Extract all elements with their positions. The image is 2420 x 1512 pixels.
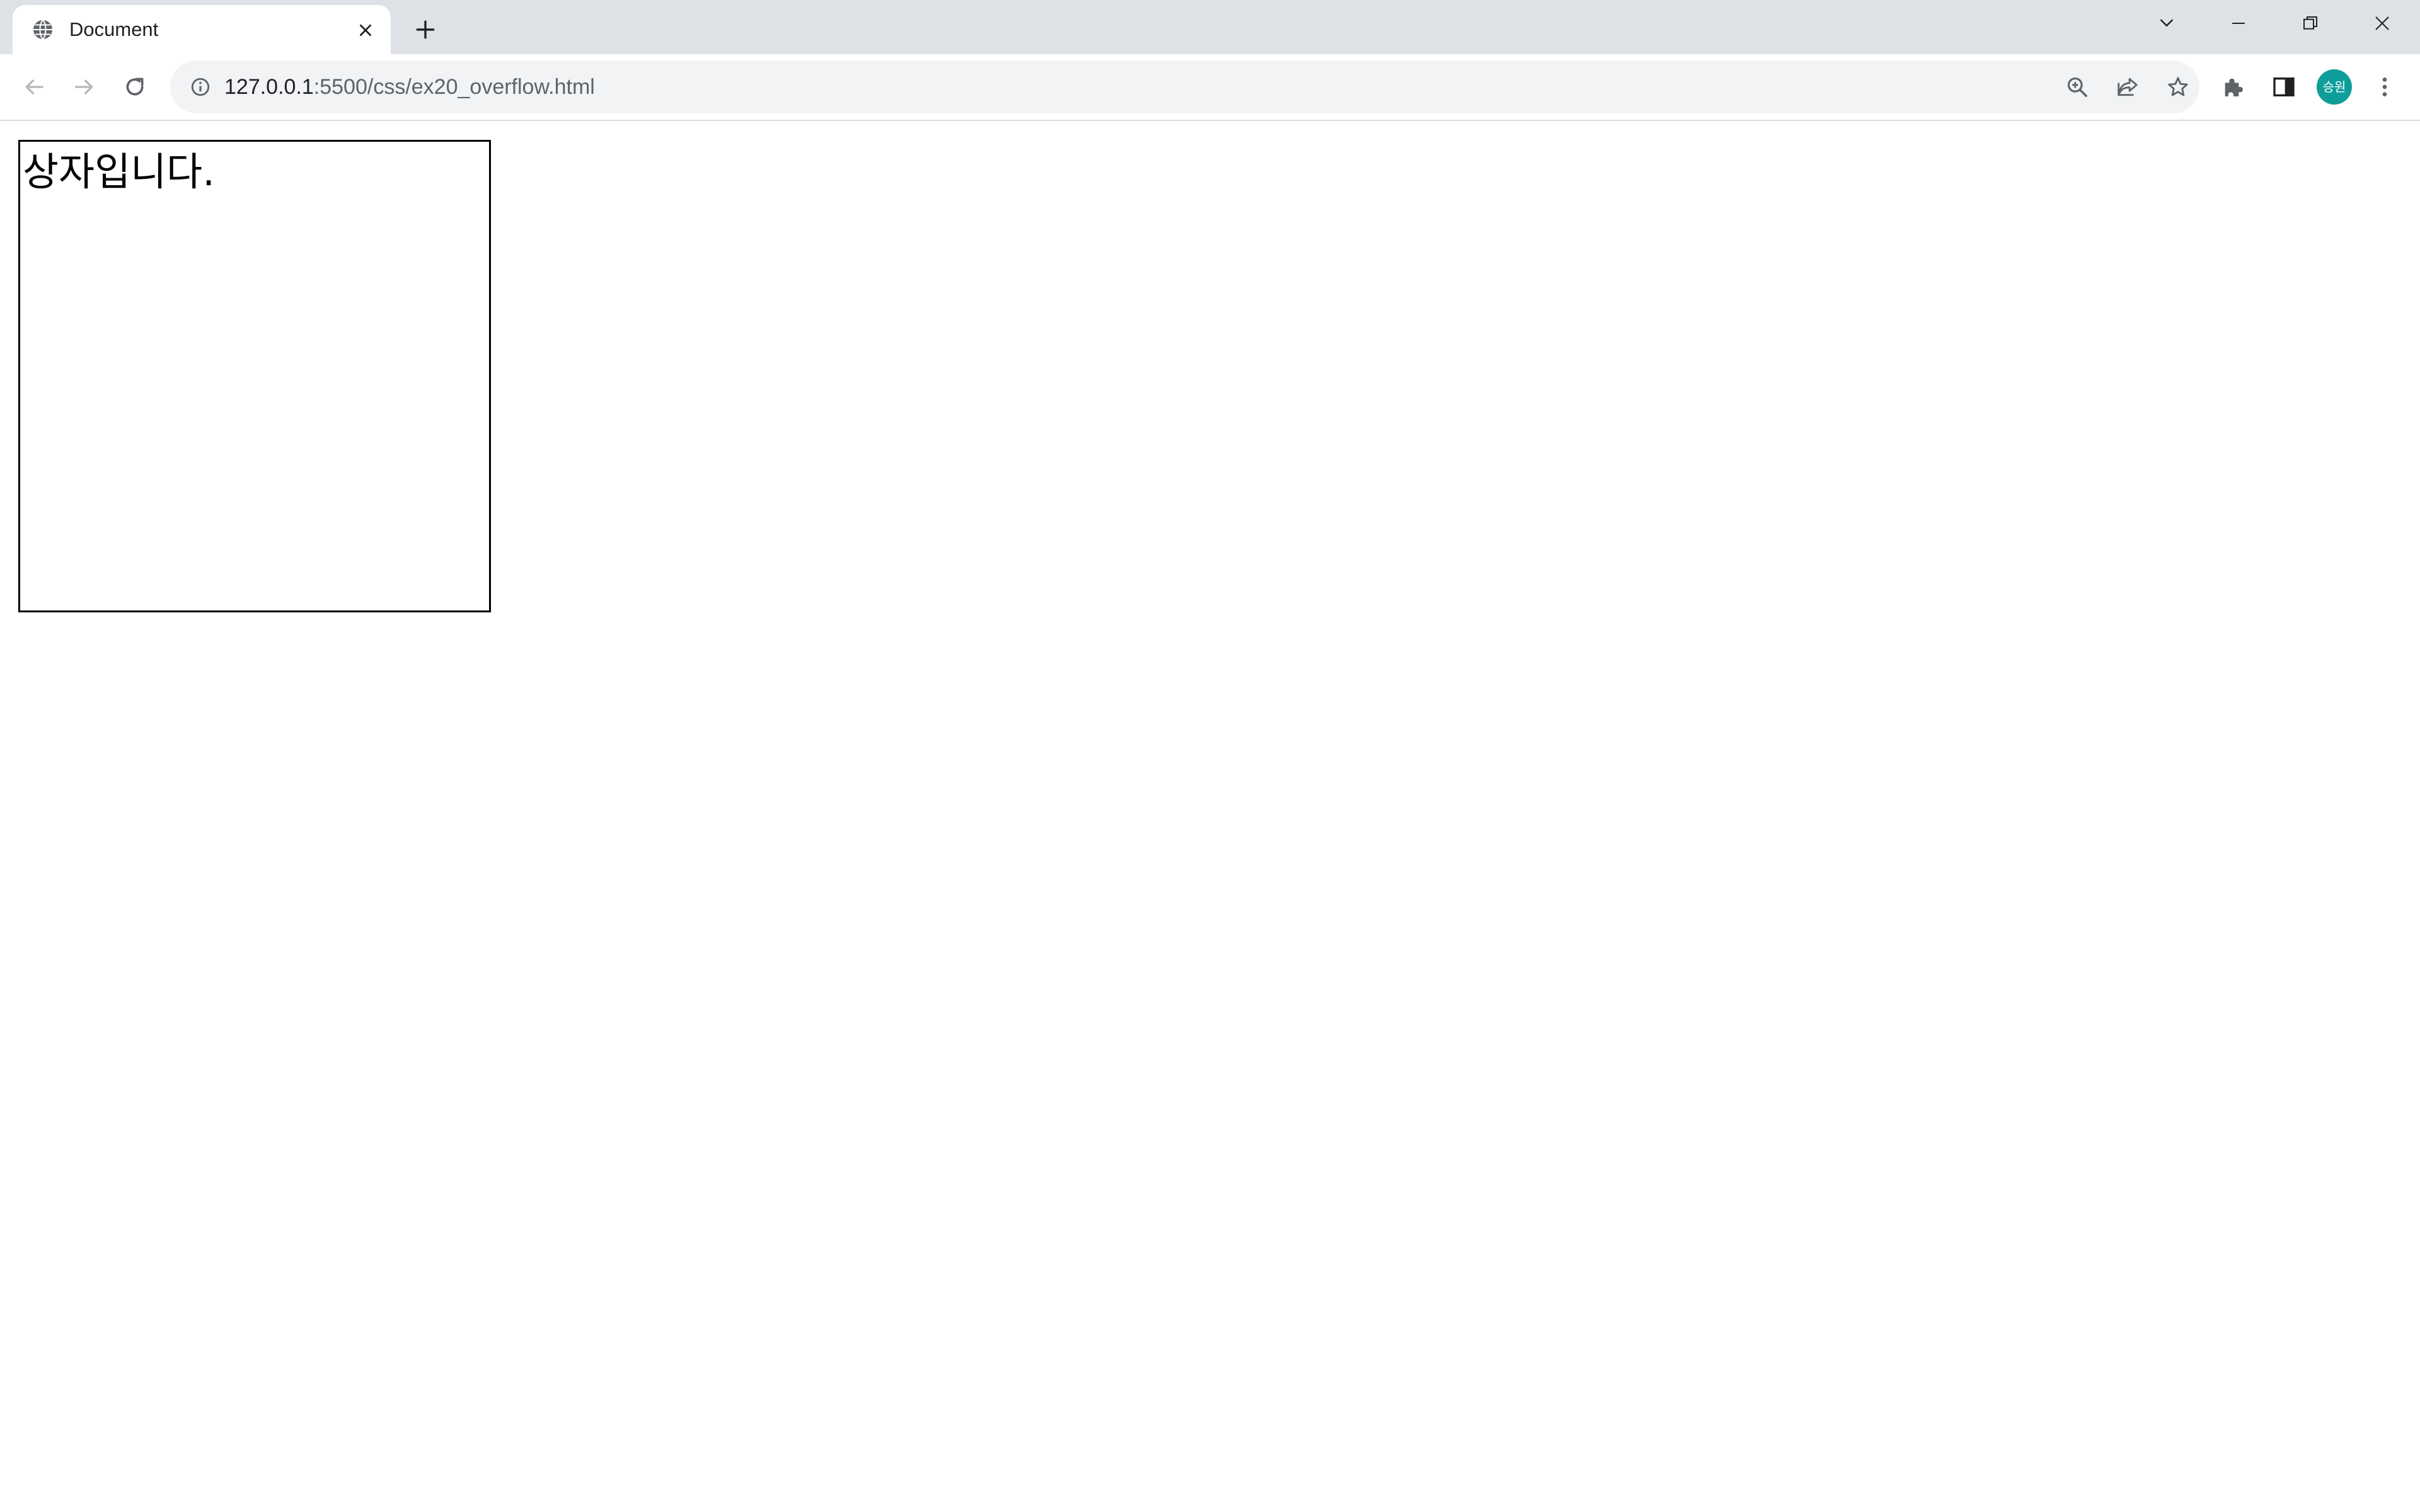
extensions-button[interactable] (2215, 68, 2252, 106)
new-tab-button[interactable] (410, 14, 441, 45)
url-path: :5500/css/ex20_overflow.html (313, 75, 595, 99)
restore-button[interactable] (2291, 6, 2329, 40)
restore-icon (2301, 14, 2320, 33)
forward-button[interactable] (66, 68, 103, 106)
side-panel-icon (2271, 74, 2296, 100)
browser-window: Document 127.0.0.1:5500/css/ex20_overflo… (0, 0, 2420, 1512)
reload-icon (122, 74, 147, 100)
tab-title: Document (69, 18, 159, 40)
back-arrow-icon (21, 74, 47, 100)
extensions-puzzle-icon (2221, 74, 2246, 100)
box-text: 상자입니다. (23, 149, 215, 195)
page-viewport: 상자입니다. (0, 121, 2420, 1512)
close-icon (2373, 14, 2392, 33)
minimize-icon (2229, 14, 2248, 33)
window-close-button[interactable] (2363, 6, 2401, 40)
tab-document[interactable]: Document (13, 5, 391, 54)
tab-search-button[interactable] (2148, 6, 2186, 40)
kebab-menu-icon (2372, 74, 2397, 100)
profile-avatar[interactable]: 승원 (2317, 69, 2352, 105)
url-text[interactable]: 127.0.0.1:5500/css/ex20_overflow.html (224, 74, 595, 100)
tab-close-icon[interactable] (353, 18, 378, 43)
address-bar[interactable]: 127.0.0.1:5500/css/ex20_overflow.html (170, 60, 2199, 113)
chevron-down-icon (2157, 14, 2176, 33)
reload-button[interactable] (116, 68, 154, 106)
menu-button[interactable] (2366, 68, 2404, 106)
star-icon[interactable] (2160, 69, 2196, 105)
back-button[interactable] (15, 68, 53, 106)
minimize-button[interactable] (2220, 6, 2257, 40)
globe-icon (32, 18, 54, 41)
share-icon[interactable] (2110, 69, 2145, 105)
plus-icon (415, 19, 436, 40)
side-panel-button[interactable] (2265, 68, 2303, 106)
toolbar: 127.0.0.1:5500/css/ex20_overflow.html (0, 54, 2420, 121)
forward-arrow-icon (72, 74, 97, 100)
url-host: 127.0.0.1 (224, 75, 314, 99)
tab-strip: Document (0, 0, 2420, 54)
zoom-icon[interactable] (2060, 69, 2095, 105)
info-icon[interactable] (187, 73, 214, 101)
overflow-box: 상자입니다. (18, 140, 491, 612)
